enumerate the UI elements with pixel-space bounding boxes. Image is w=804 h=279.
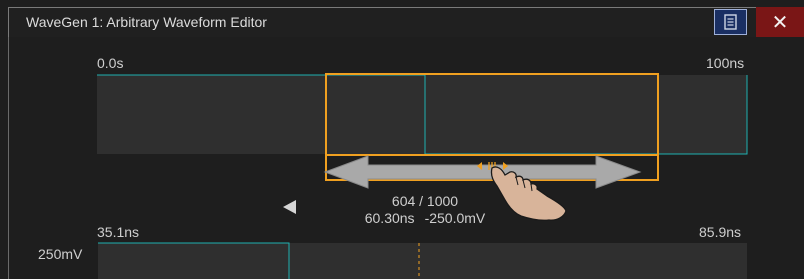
detail-trace bbox=[98, 242, 420, 279]
